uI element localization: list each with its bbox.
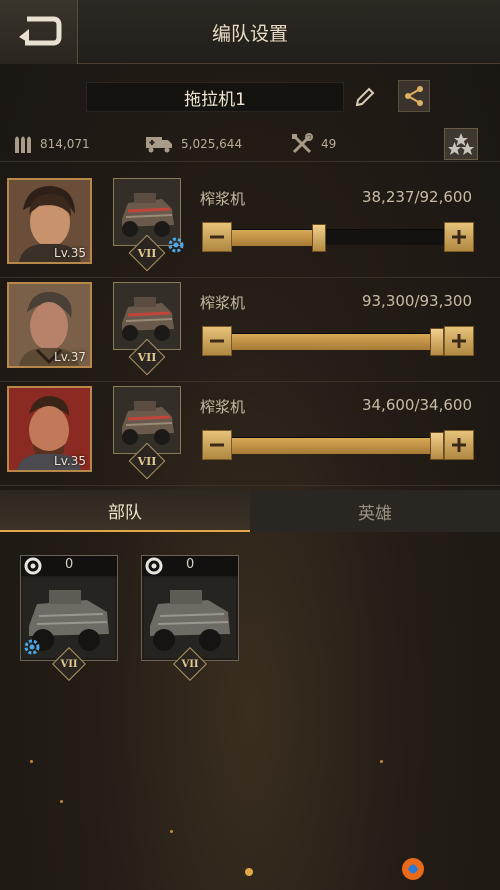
tab-heroes[interactable]: 英雄 bbox=[250, 490, 500, 532]
hero-row: Lv.35 VII 榨浆机 34,600/34,600 bbox=[0, 386, 500, 486]
logo-icon bbox=[402, 858, 424, 880]
page-title: 编队设置 bbox=[211, 22, 288, 45]
slider-thumb[interactable] bbox=[430, 328, 444, 356]
ammo-resource: 814,071 bbox=[14, 132, 90, 156]
wrench-icon bbox=[292, 133, 313, 154]
plus-icon bbox=[452, 230, 466, 244]
slider-fill bbox=[232, 438, 444, 454]
vehicle-count: 93,300/93,300 bbox=[361, 292, 472, 310]
page-indicator bbox=[245, 868, 253, 876]
hero-row: Lv.35 VII 榨浆机 38,237/92,600 bbox=[0, 178, 500, 278]
hero-level: Lv.35 bbox=[54, 454, 86, 468]
rank-label: VII bbox=[181, 658, 199, 670]
vehicle-name: 榨浆机 bbox=[200, 190, 246, 208]
unit-count: 0 bbox=[186, 557, 195, 572]
edit-name-button[interactable] bbox=[350, 82, 380, 112]
increase-button[interactable] bbox=[444, 326, 474, 356]
rank-label: VII bbox=[60, 658, 78, 670]
troop-slider[interactable] bbox=[232, 432, 444, 460]
spark-particle bbox=[380, 760, 383, 763]
hero-row: Lv.37 VII 榨浆机 93,300/93,300 bbox=[0, 282, 500, 382]
minus-icon bbox=[210, 443, 224, 447]
unit-header: 0 bbox=[142, 556, 238, 576]
header-bar: 编队设置 bbox=[0, 0, 500, 64]
tire-icon bbox=[145, 557, 163, 575]
unit-card[interactable]: 0 bbox=[20, 555, 118, 661]
tab-bar: 部队 英雄 bbox=[0, 490, 500, 532]
gear-icon bbox=[168, 237, 184, 253]
decrease-button[interactable] bbox=[202, 222, 232, 252]
pencil-icon bbox=[355, 87, 375, 107]
vehicle-icon bbox=[144, 578, 236, 658]
spark-particle bbox=[170, 830, 173, 833]
rank-label: VII bbox=[137, 454, 157, 468]
hero-level: Lv.35 bbox=[54, 246, 86, 260]
repair-value: 49 bbox=[321, 137, 337, 151]
back-arrow-icon bbox=[18, 16, 61, 46]
repair-resource: 49 bbox=[291, 132, 336, 156]
ammo-value: 814,071 bbox=[40, 137, 90, 151]
vehicle-name: 榨浆机 bbox=[200, 294, 246, 312]
back-button[interactable] bbox=[0, 0, 78, 64]
unit-image bbox=[144, 578, 236, 658]
stars-icon bbox=[448, 133, 474, 155]
truck-icon bbox=[146, 137, 172, 153]
minus-icon bbox=[210, 339, 224, 343]
hero-portrait[interactable]: Lv.35 bbox=[7, 178, 92, 264]
slider-fill bbox=[232, 334, 444, 350]
plus-icon bbox=[452, 438, 466, 452]
supply-resource: 5,025,644 bbox=[145, 132, 242, 156]
spark-particle bbox=[60, 800, 63, 803]
unit-card[interactable]: 0 bbox=[141, 555, 239, 661]
slider-fill bbox=[232, 230, 319, 246]
watermark-logo bbox=[400, 852, 496, 886]
decrease-button[interactable] bbox=[202, 326, 232, 356]
unit-header: 0 bbox=[21, 556, 117, 576]
rank-label: VII bbox=[137, 246, 157, 260]
vehicle-count: 34,600/34,600 bbox=[361, 396, 472, 414]
unit-count: 0 bbox=[65, 557, 74, 572]
plus-icon bbox=[452, 334, 466, 348]
resource-bar: 814,071 5,025,644 49 bbox=[0, 126, 500, 162]
tab-troops[interactable]: 部队 bbox=[0, 490, 250, 532]
vehicle-count: 38,237/92,600 bbox=[361, 188, 472, 206]
share-button[interactable] bbox=[398, 80, 430, 112]
increase-button[interactable] bbox=[444, 222, 474, 252]
troop-slider[interactable] bbox=[232, 328, 444, 356]
troop-slider[interactable] bbox=[232, 224, 444, 252]
decrease-button[interactable] bbox=[202, 430, 232, 460]
spark-particle bbox=[30, 760, 33, 763]
tire-icon bbox=[24, 557, 42, 575]
vehicle-name: 榨浆机 bbox=[200, 398, 246, 416]
increase-button[interactable] bbox=[444, 430, 474, 460]
rank-label: VII bbox=[137, 350, 157, 364]
hero-level: Lv.37 bbox=[54, 350, 86, 364]
ammo-icon bbox=[15, 136, 31, 153]
hero-portrait[interactable]: Lv.37 bbox=[7, 282, 92, 368]
minus-icon bbox=[210, 235, 224, 239]
rating-button[interactable] bbox=[444, 128, 478, 160]
slider-thumb[interactable] bbox=[311, 224, 326, 252]
slider-thumb[interactable] bbox=[430, 432, 444, 460]
supply-value: 5,025,644 bbox=[181, 137, 243, 151]
gear-icon bbox=[24, 639, 40, 655]
hero-portrait[interactable]: Lv.35 bbox=[7, 386, 92, 472]
formation-name-field[interactable]: 拖拉机1 bbox=[86, 82, 344, 112]
share-icon bbox=[405, 86, 423, 106]
